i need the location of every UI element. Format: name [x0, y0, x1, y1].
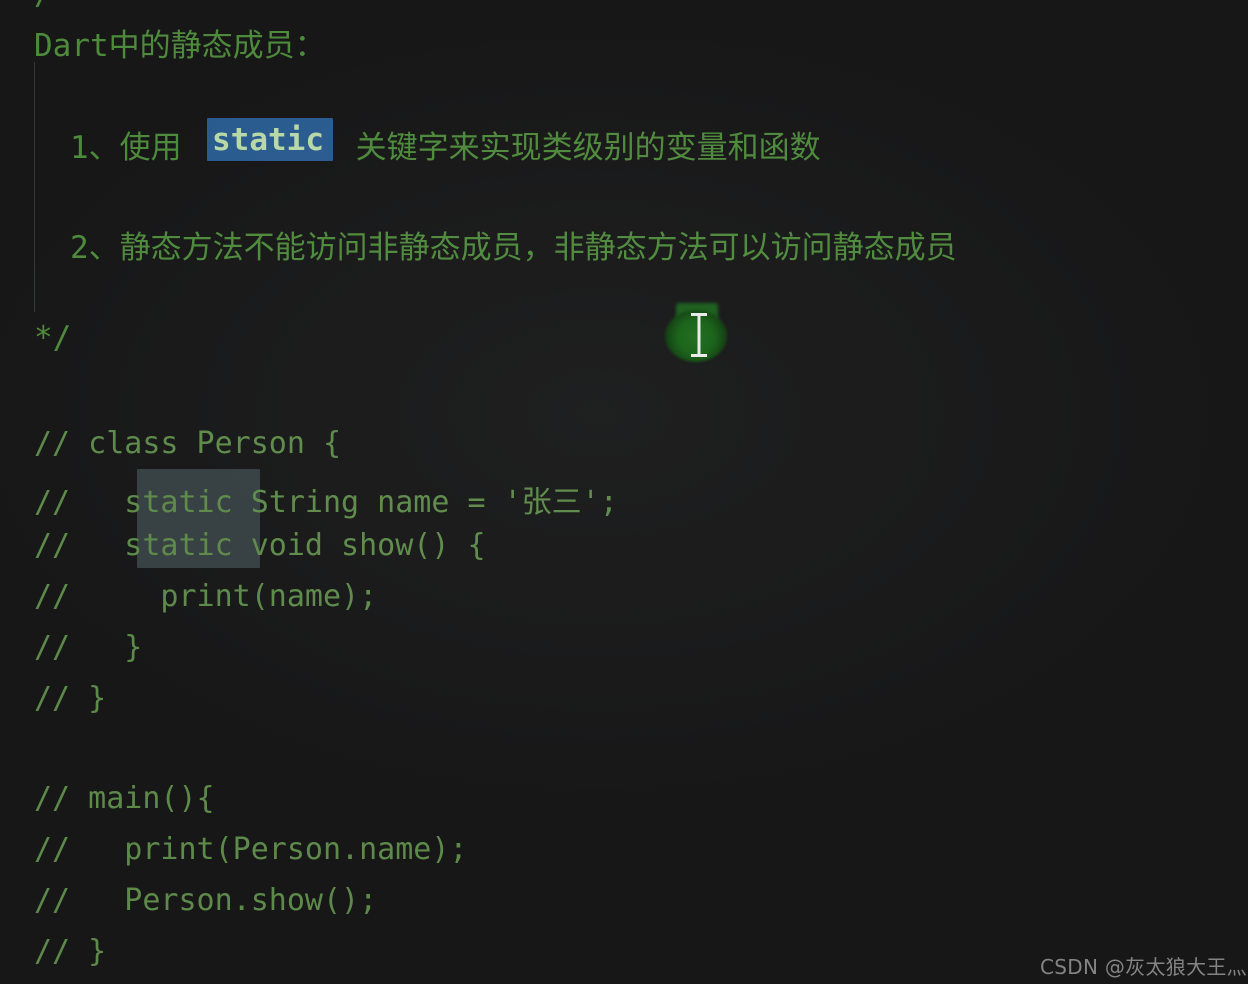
block-comment-heading: Dart中的静态成员：	[34, 28, 326, 64]
csdn-watermark: CSDN @灰太狼大王灬	[1040, 955, 1247, 979]
code-line-class-open[interactable]: // class Person {	[34, 426, 341, 461]
block-comment-close: */	[34, 320, 72, 356]
block-comment-item-2: 2、静态方法不能访问非静态成员，非静态方法可以访问静态成员	[70, 230, 957, 266]
code-line-class-close[interactable]: // }	[34, 681, 106, 716]
code-surface[interactable]: / Dart中的静态成员： 1、使用 static 关键字来实现类级别的变量和函…	[0, 0, 1248, 984]
code-line-person-show[interactable]: // Person.show();	[34, 883, 377, 918]
block-comment-item-1-prefix: 1、使用	[70, 130, 182, 166]
code-line-print-name[interactable]: // print(name);	[34, 579, 377, 614]
code-editor-screenshot: / Dart中的静态成员： 1、使用 static 关键字来实现类级别的变量和函…	[0, 0, 1248, 984]
code-line-show-close[interactable]: // }	[34, 630, 142, 665]
indent-guide-line	[34, 62, 35, 312]
text-ibeam-cursor-icon	[691, 313, 707, 357]
code-line-static-name[interactable]: // static String name = '张三';	[34, 477, 618, 521]
static-selected-keyword[interactable]: static	[212, 122, 324, 158]
code-line-main-open[interactable]: // main(){	[34, 781, 215, 816]
top-clipped-glyph: /	[34, 0, 53, 12]
code-line-print-person[interactable]: // print(Person.name);	[34, 832, 467, 867]
code-line-main-close[interactable]: // }	[34, 934, 106, 969]
block-comment-item-1-suffix: 关键字来实现类级别的变量和函数	[337, 130, 821, 166]
code-line-static-show[interactable]: // static void show() {	[34, 528, 486, 563]
